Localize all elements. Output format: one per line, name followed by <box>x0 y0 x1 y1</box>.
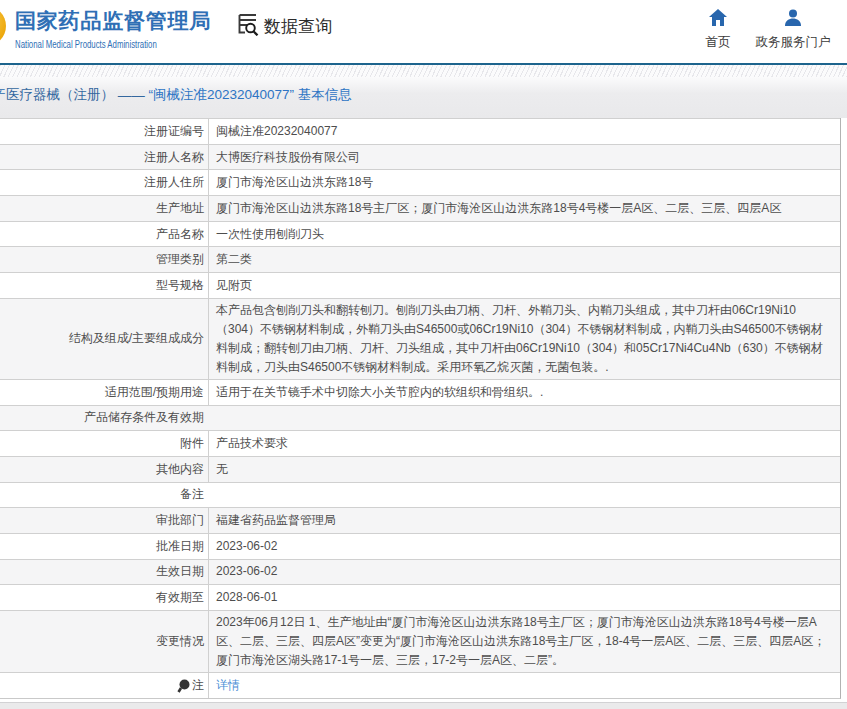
data-query-label: 数据查询 <box>264 15 332 38</box>
table-row: 变更情况2023年06月12日 1、生产地址由“厦门市海沧区山边洪东路18号主厂… <box>0 610 840 672</box>
table-row: 产品名称一次性使用刨削刀头 <box>0 221 840 247</box>
row-label: 注 <box>0 673 208 698</box>
row-label: 其他内容 <box>0 457 208 482</box>
site-title-cn: 国家药品监督管理局 <box>15 7 211 35</box>
row-value: 2023年06月12日 1、生产地址由“厦门市海沧区山边洪东路18号主厂区；厦门… <box>208 611 840 672</box>
document-search-icon <box>237 12 259 41</box>
breadcrumb-title: “闽械注准20232040077” 基本信息 <box>149 86 352 104</box>
row-value: 一次性使用刨削刀头 <box>208 222 840 247</box>
row-value <box>208 406 840 431</box>
row-value: 福建省药品监督管理局 <box>208 508 840 533</box>
site-title-en: National Medical Products Administration <box>15 39 168 50</box>
row-label: 附件 <box>0 431 208 456</box>
table-row: 适用范围/预期用途适用于在关节镜手术中切除大小关节腔内的软组织和骨组织。. <box>0 379 840 405</box>
row-value: 大博医疗科技股份有限公司 <box>208 145 840 170</box>
row-label: 产品储存条件及有效期 <box>0 406 208 431</box>
note-pin-icon <box>177 679 190 693</box>
page: 国家药品监督管理局 National Medical Products Admi… <box>0 0 847 709</box>
national-emblem-icon <box>0 6 6 46</box>
row-value: 2023-06-02 <box>208 534 840 559</box>
row-label: 注册人名称 <box>0 145 208 170</box>
row-label: 管理类别 <box>0 247 208 272</box>
row-value: 厦门市海沧区山边洪东路18号主厂区；厦门市海沧区山边洪东路18号4号楼一层A区、… <box>208 196 840 221</box>
row-value: 闽械注准20232040077 <box>208 119 840 144</box>
table-row: 产品储存条件及有效期 <box>0 405 840 431</box>
breadcrumb: 产医疗器械（注册） —— “闽械注准20232040077” 基本信息 <box>0 77 847 118</box>
breadcrumb-dash: —— <box>114 88 149 103</box>
table-row: 备注 <box>0 482 840 508</box>
row-label: 适用范围/预期用途 <box>0 380 208 405</box>
nav-portal[interactable]: 政务服务门户 <box>753 9 833 51</box>
table-row: 注册证编号闽械注准20232040077 <box>0 118 840 144</box>
row-value: 适用于在关节镜手术中切除大小关节腔内的软组织和骨组织。. <box>208 380 840 405</box>
row-label: 生产地址 <box>0 196 208 221</box>
detail-link[interactable]: 详情 <box>216 676 240 695</box>
row-label: 生效日期 <box>0 560 208 585</box>
row-label: 审批部门 <box>0 508 208 533</box>
row-label: 结构及组成/主要组成成分 <box>0 299 208 379</box>
table-row: 有效期至2028-06-01 <box>0 584 840 610</box>
row-value: 详情 <box>208 673 840 698</box>
table-row: 批准日期2023-06-02 <box>0 533 840 559</box>
row-label: 注册人住所 <box>0 170 208 195</box>
home-icon <box>709 9 727 26</box>
row-value: 见附页 <box>208 273 840 298</box>
table-row: 审批部门福建省药品监督管理局 <box>0 507 840 533</box>
row-value: 2023-06-02 <box>208 560 840 585</box>
user-icon <box>784 9 802 26</box>
row-value: 本产品包含刨削刀头和翻转刨刀。刨削刀头由刀柄、刀杆、外鞘刀头、内鞘刀头组成，其中… <box>208 299 840 379</box>
row-label: 变更情况 <box>0 611 208 672</box>
row-label: 型号规格 <box>0 273 208 298</box>
nav-portal-label: 政务服务门户 <box>753 34 833 51</box>
row-label: 备注 <box>0 483 208 508</box>
row-value: 第二类 <box>208 247 840 272</box>
row-value: 产品技术要求 <box>208 431 840 456</box>
table-row: 生效日期2023-06-02 <box>0 559 840 585</box>
table-row: 注册人住所厦门市海沧区山边洪东路18号 <box>0 169 840 195</box>
row-value: 厦门市海沧区山边洪东路18号 <box>208 170 840 195</box>
site-header: 国家药品监督管理局 National Medical Products Admi… <box>0 0 847 65</box>
table-row: 管理类别第二类 <box>0 246 840 272</box>
table-row: 型号规格见附页 <box>0 272 840 298</box>
table-row: 结构及组成/主要组成成分本产品包含刨削刀头和翻转刨刀。刨削刀头由刀柄、刀杆、外鞘… <box>0 298 840 379</box>
table-row: 其他内容无 <box>0 456 840 482</box>
footer-band <box>0 702 847 709</box>
hatch-divider <box>0 65 847 77</box>
row-value <box>208 483 840 508</box>
table-row: 注册人名称大博医疗科技股份有限公司 <box>0 144 840 170</box>
table-row: 附件产品技术要求 <box>0 430 840 456</box>
row-label: 产品名称 <box>0 222 208 247</box>
row-label: 有效期至 <box>0 585 208 610</box>
breadcrumb-section: 医疗器械（注册） <box>6 86 114 104</box>
data-query-menu[interactable]: 数据查询 <box>237 12 332 41</box>
nav-home[interactable]: 首页 <box>678 9 758 51</box>
row-label: 批准日期 <box>0 534 208 559</box>
info-table: 注册证编号闽械注准20232040077注册人名称大博医疗科技股份有限公司注册人… <box>0 118 841 699</box>
row-value: 2028-06-01 <box>208 585 840 610</box>
table-row: 注详情 <box>0 672 840 698</box>
site-logo: 国家药品监督管理局 National Medical Products Admi… <box>15 7 211 50</box>
table-row: 生产地址厦门市海沧区山边洪东路18号主厂区；厦门市海沧区山边洪东路18号4号楼一… <box>0 195 840 221</box>
row-label: 注册证编号 <box>0 119 208 144</box>
nav-home-label: 首页 <box>678 34 758 51</box>
row-value: 无 <box>208 457 840 482</box>
